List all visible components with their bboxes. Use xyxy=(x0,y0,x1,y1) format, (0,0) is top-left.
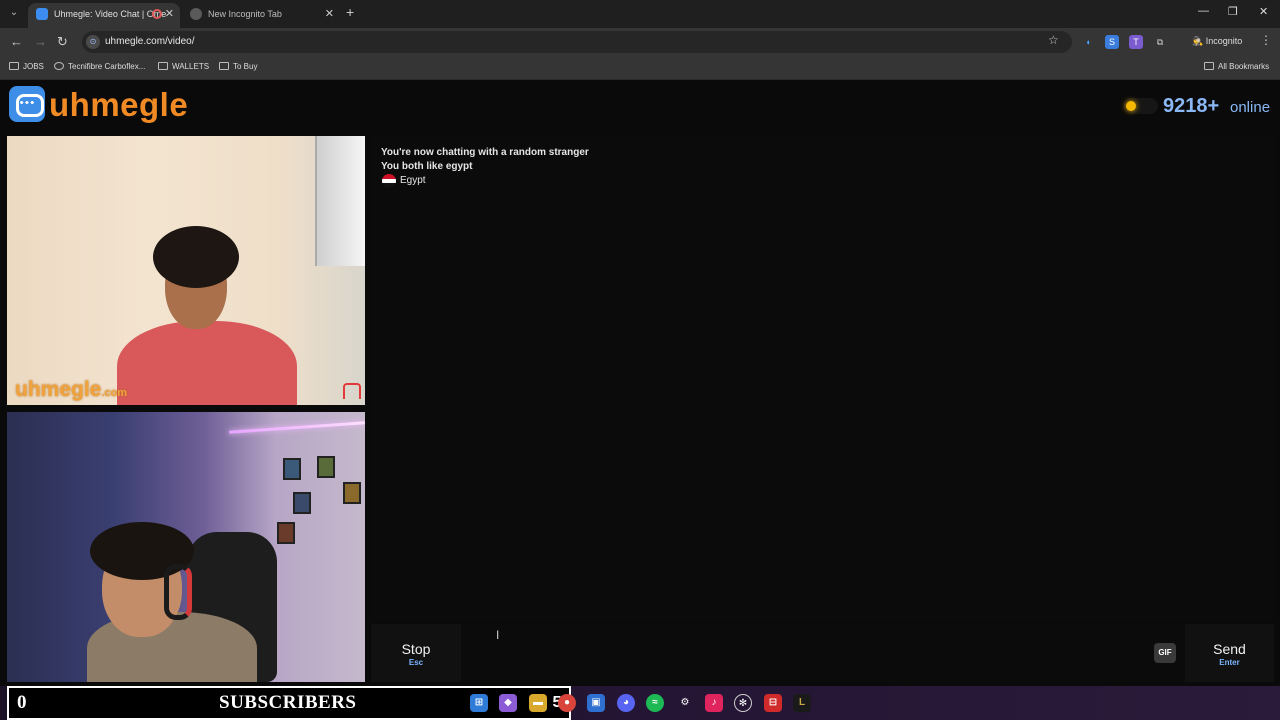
bookmark-label: To Buy xyxy=(233,62,258,71)
extension-shield-icon[interactable]: S xyxy=(1105,35,1119,49)
browser-tab-bar: ⌄ Uhmegle: Video Chat | Ome ✕ New Incogn… xyxy=(0,0,1280,28)
new-tab-icon[interactable]: + xyxy=(346,4,354,20)
app-red-icon[interactable]: ⊟ xyxy=(764,694,782,712)
system-message: You're now chatting with a random strang… xyxy=(381,147,589,158)
all-bookmarks[interactable]: All Bookmarks xyxy=(1204,62,1269,71)
self-video xyxy=(7,412,365,682)
bookmark-tecnifibre[interactable]: Tecnifibre Carboflex... xyxy=(54,62,145,71)
tab-search-icon[interactable]: ⌄ xyxy=(6,5,22,21)
sun-icon xyxy=(1126,101,1136,111)
folder-icon xyxy=(9,62,19,70)
bookmark-jobs[interactable]: JOBS xyxy=(9,62,44,71)
stop-label: Stop xyxy=(401,641,431,657)
chat-log xyxy=(371,136,1274,622)
subscriber-count: 0 xyxy=(17,692,27,713)
led-strip xyxy=(229,421,365,434)
recording-icon xyxy=(152,9,162,19)
chat-bubble-logo-icon[interactable] xyxy=(9,86,45,122)
wall-poster xyxy=(283,458,301,480)
incognito-indicator[interactable]: 🕵 Incognito xyxy=(1192,36,1242,47)
file-explorer-icon[interactable]: ▬ xyxy=(529,694,547,712)
tab-title: Uhmegle: Video Chat | Ome xyxy=(54,9,167,19)
online-count: 9218+ xyxy=(1163,95,1220,117)
bookmark-label: WALLETS xyxy=(172,62,210,71)
send-button[interactable]: Send Enter xyxy=(1185,624,1274,682)
extension-twitch-icon[interactable]: T xyxy=(1129,35,1143,49)
send-shortcut: Enter xyxy=(1219,658,1240,667)
stranger-video: uhmegle.com xyxy=(7,136,365,405)
copilot-icon[interactable]: ◆ xyxy=(499,694,517,712)
bookmark-to-buy[interactable]: To Buy xyxy=(219,62,257,71)
league-icon[interactable]: L xyxy=(793,694,811,712)
watermark-text: uhmegle xyxy=(15,378,102,401)
country-label: Egypt xyxy=(400,175,426,186)
watermark-suffix: .com xyxy=(101,387,128,399)
store-icon[interactable]: ▣ xyxy=(587,694,605,712)
steam-icon[interactable]: ⚙ xyxy=(676,694,694,712)
report-flag-icon[interactable] xyxy=(343,383,361,399)
reload-icon[interactable]: ↻ xyxy=(57,34,68,50)
folder-icon xyxy=(1204,62,1214,70)
stranger-shirt xyxy=(117,321,297,405)
restore-icon[interactable]: ❐ xyxy=(1228,5,1238,18)
headset xyxy=(164,564,192,620)
bookmark-wallets[interactable]: WALLETS xyxy=(158,62,209,71)
chatgpt-icon[interactable]: ✻ xyxy=(734,694,752,712)
window-close-icon[interactable]: ✕ xyxy=(1259,5,1268,18)
address-bar[interactable] xyxy=(82,31,1072,53)
stranger-hair xyxy=(153,226,239,288)
site-info-icon[interactable]: ⊙ xyxy=(86,35,100,49)
wall-poster xyxy=(343,482,361,504)
gif-button[interactable]: GIF xyxy=(1154,643,1176,663)
bookmark-label: Tecnifibre Carboflex... xyxy=(68,62,146,71)
uhmegle-watermark: uhmegle.com xyxy=(15,378,127,402)
folder-icon xyxy=(158,62,168,70)
incognito-favicon-icon xyxy=(190,8,202,20)
wall-poster xyxy=(293,492,311,514)
window-frame xyxy=(315,136,365,266)
discord-icon[interactable]: ◕ xyxy=(617,694,635,712)
close-tab-icon[interactable]: ✕ xyxy=(325,3,334,25)
url-text[interactable]: uhmegle.com/video/ xyxy=(105,36,195,47)
bookmark-label: JOBS xyxy=(23,62,44,71)
extension-audio-icon[interactable]: ◖ xyxy=(1081,35,1095,49)
tab-uhmegle[interactable]: Uhmegle: Video Chat | Ome ✕ xyxy=(28,3,180,28)
folder-icon xyxy=(219,62,229,70)
tab-new-incognito[interactable]: New Incognito Tab ✕ xyxy=(182,3,340,28)
online-label: online xyxy=(1230,99,1271,116)
chrome-icon[interactable]: ● xyxy=(558,694,576,712)
extensions-puzzle-icon[interactable]: ⧉ xyxy=(1153,35,1167,49)
bookmark-label: All Bookmarks xyxy=(1218,62,1270,71)
wall-poster xyxy=(277,522,295,544)
stop-button[interactable]: Stop Esc xyxy=(371,624,461,682)
text-cursor-icon: Ι xyxy=(496,628,500,642)
stop-shortcut: Esc xyxy=(408,658,424,667)
site-icon xyxy=(54,62,64,70)
browser-menu-icon[interactable]: ⋮ xyxy=(1260,33,1272,47)
spotify-icon[interactable]: ≈ xyxy=(646,694,664,712)
uhmegle-favicon-icon xyxy=(36,8,48,20)
close-tab-icon[interactable]: ✕ xyxy=(165,3,174,25)
tab-title: New Incognito Tab xyxy=(208,9,282,19)
send-label: Send xyxy=(1213,641,1246,657)
common-interest-message: You both like egypt xyxy=(381,161,473,172)
incognito-label: Incognito xyxy=(1205,36,1243,46)
bookmark-star-icon[interactable]: ☆ xyxy=(1048,33,1059,47)
site-logo[interactable]: uhmegle xyxy=(49,86,188,124)
egypt-flag-icon xyxy=(382,174,396,188)
forward-icon[interactable]: → xyxy=(34,34,47,49)
wall-poster xyxy=(317,456,335,478)
back-icon[interactable]: ← xyxy=(10,34,23,49)
tiktok-icon[interactable]: ♪ xyxy=(705,694,723,712)
subscriber-label: SUBSCRIBERS xyxy=(219,692,357,713)
minimize-icon[interactable]: — xyxy=(1198,5,1209,17)
message-input[interactable] xyxy=(463,624,1181,682)
start-icon[interactable]: ⊞ xyxy=(470,694,488,712)
